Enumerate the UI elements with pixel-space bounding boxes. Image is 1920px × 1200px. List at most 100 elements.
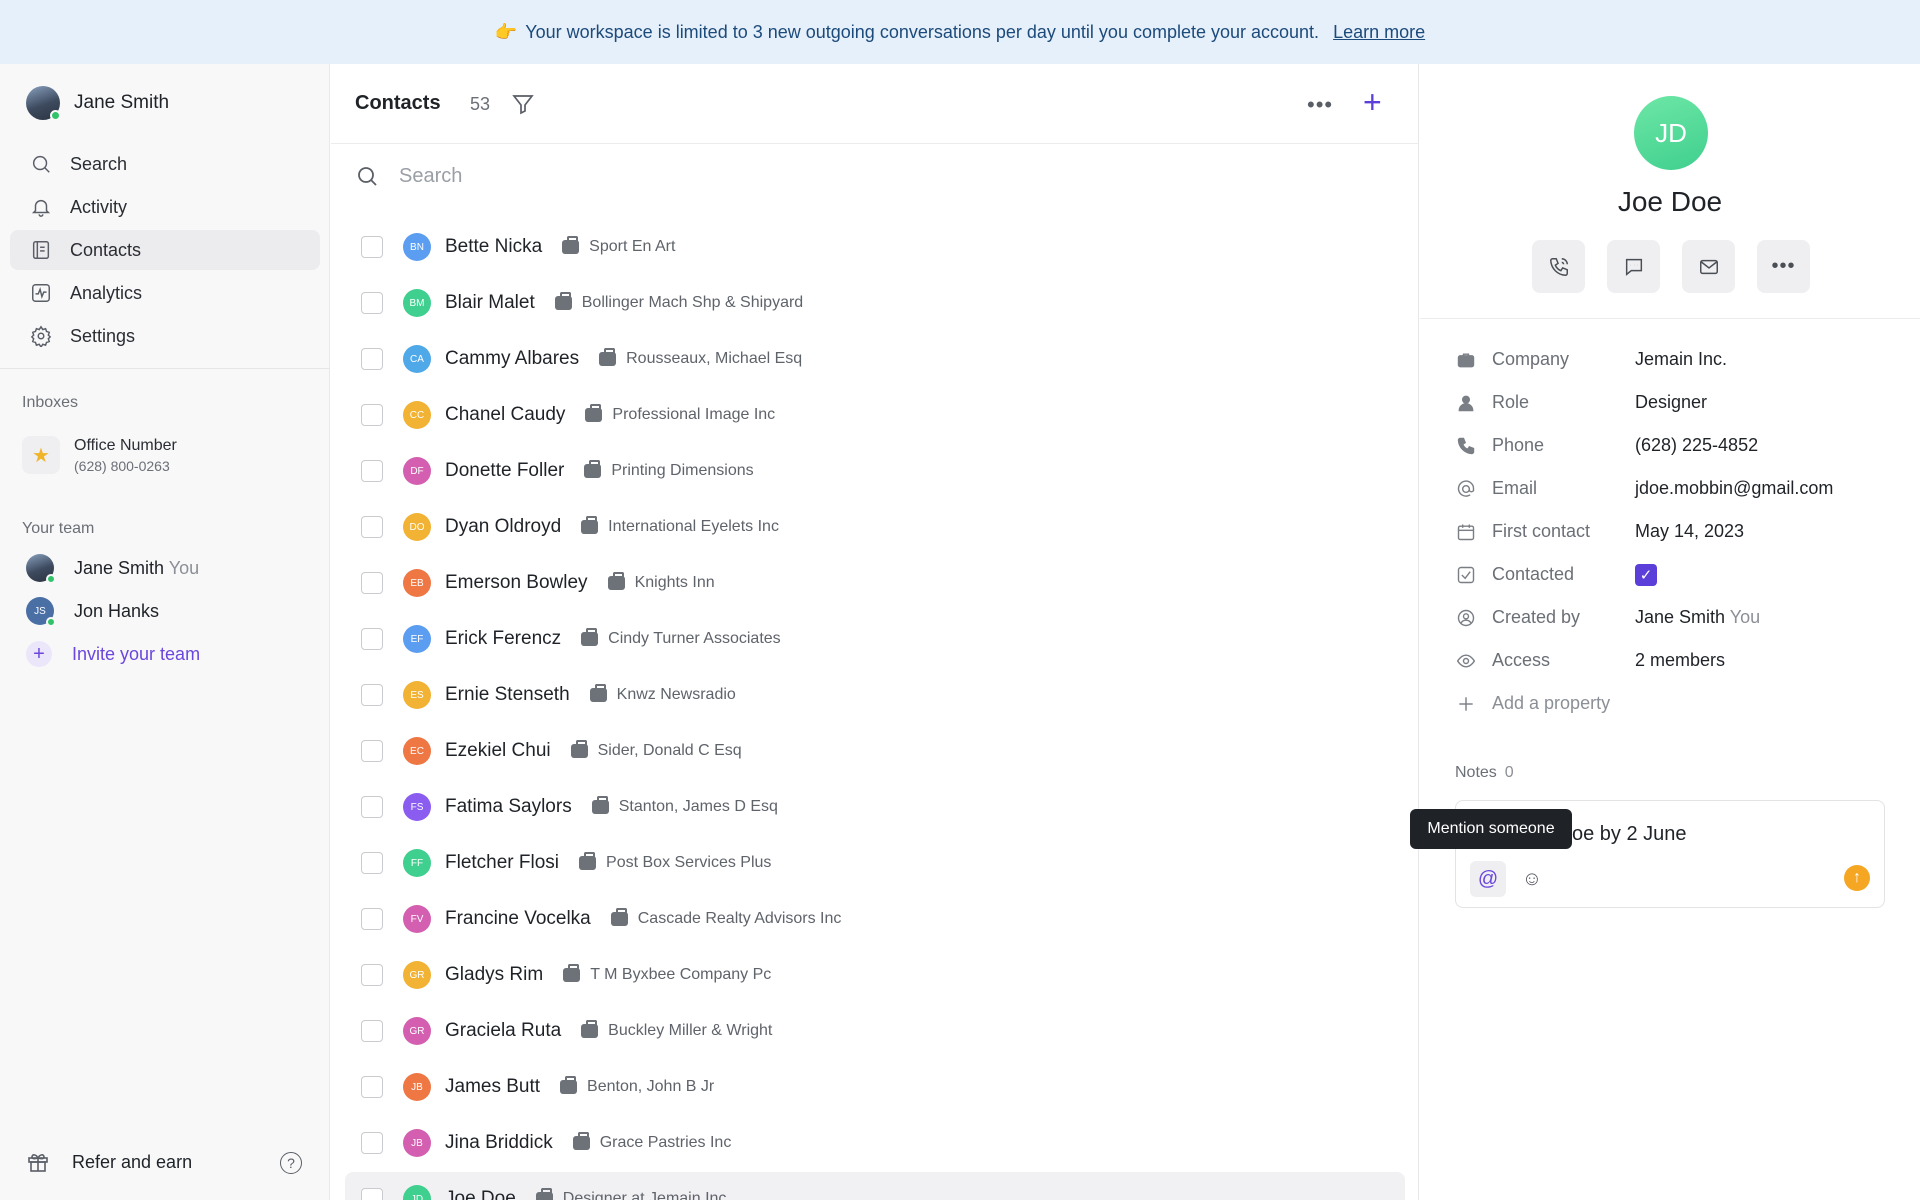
- table-row[interactable]: ES Ernie Stenseth Knwz Newsradio: [345, 668, 1405, 722]
- table-row[interactable]: BM Blair Malet Bollinger Mach Shp & Shipya…: [345, 276, 1405, 330]
- table-row[interactable]: EB Emerson Bowley Knights Inn: [345, 556, 1405, 610]
- table-row[interactable]: GR Gladys Rim T M Byxbee Company Pc: [345, 948, 1405, 1002]
- emoji-icon[interactable]: ☺: [1514, 861, 1550, 897]
- table-row[interactable]: FF Fletcher Flosi Post Box Services Plus: [345, 836, 1405, 890]
- property-first-contact[interactable]: First contact May 14, 2023: [1456, 510, 1896, 553]
- table-row[interactable]: EF Erick Ferencz Cindy Turner Associates: [345, 612, 1405, 666]
- help-icon[interactable]: ?: [280, 1152, 302, 1174]
- contact-name-text: Gladys Rim: [445, 964, 544, 985]
- checkbox-icon: [1457, 566, 1475, 583]
- table-row[interactable]: EC Ezekiel Chui Sider, Donald C Esq: [345, 724, 1405, 778]
- row-checkbox[interactable]: [361, 964, 383, 986]
- add-contact-button[interactable]: +: [1363, 84, 1382, 121]
- avatar: FV: [403, 905, 431, 933]
- property-email[interactable]: Email jdoe.mobbin@gmail.com: [1456, 467, 1896, 510]
- property-label: First contact: [1492, 521, 1591, 541]
- add-property-button[interactable]: Add a property: [1456, 682, 1896, 725]
- avatar: BM: [403, 289, 431, 317]
- team-member[interactable]: JS Jon Hanks: [26, 597, 159, 627]
- sidebar-item-settings[interactable]: Settings: [10, 316, 320, 356]
- team-member[interactable]: Jane Smith You: [26, 554, 199, 584]
- user-menu[interactable]: Jane Smith: [26, 86, 169, 121]
- learn-more-link[interactable]: Learn more: [1333, 22, 1425, 43]
- gear-icon: [30, 325, 52, 347]
- property-access[interactable]: Access 2 members: [1456, 639, 1896, 682]
- more-actions-button[interactable]: •••: [1757, 240, 1810, 293]
- row-checkbox[interactable]: [361, 1132, 383, 1154]
- briefcase-icon: [560, 1075, 578, 1094]
- contact-name: Joe Doe: [1617, 186, 1723, 217]
- row-checkbox[interactable]: [361, 684, 383, 706]
- briefcase-icon: [570, 739, 588, 758]
- table-row[interactable]: JB James Butt Benton, John B Jr: [345, 1060, 1405, 1114]
- row-checkbox[interactable]: [361, 516, 383, 538]
- invite-team-button[interactable]: + Invite your team: [26, 641, 200, 667]
- mention-icon[interactable]: @: [1470, 861, 1506, 897]
- table-row[interactable]: CC Chanel Caudy Professional Image Inc: [345, 388, 1405, 442]
- row-checkbox[interactable]: [361, 1076, 383, 1098]
- table-row[interactable]: DO Dyan Oldroyd International Eyelets Inc: [345, 500, 1405, 554]
- row-checkbox[interactable]: [361, 796, 383, 818]
- row-checkbox[interactable]: [361, 348, 383, 370]
- row-checkbox[interactable]: [361, 740, 383, 762]
- contact-name: Ernie Stenseth Knwz Newsradio: [445, 683, 736, 706]
- contact-name-text: Ezekiel Chui: [445, 740, 551, 761]
- sidebar-item-activity[interactable]: Activity: [10, 187, 320, 227]
- row-checkbox[interactable]: [361, 292, 383, 314]
- table-row[interactable]: JD Joe Doe Designer at Jemain Inc.: [345, 1172, 1405, 1200]
- row-checkbox[interactable]: [361, 404, 383, 426]
- call-button[interactable]: [1532, 240, 1585, 293]
- row-checkbox[interactable]: [361, 1020, 383, 1042]
- contact-company: T M Byxbee Company Pc: [563, 963, 771, 984]
- contact-name: Bette Nicka Sport En Art: [445, 235, 675, 258]
- sidebar-item-search[interactable]: Search: [10, 144, 320, 184]
- sidebar-item-analytics[interactable]: Analytics: [10, 273, 320, 313]
- property-company[interactable]: Company Jemain Inc.: [1456, 338, 1896, 381]
- row-checkbox[interactable]: [361, 628, 383, 650]
- row-checkbox[interactable]: [361, 908, 383, 930]
- row-checkbox[interactable]: [361, 236, 383, 258]
- contact-properties: Company Jemain Inc. Role Designer Phone …: [1456, 338, 1896, 725]
- inbox-item[interactable]: ★ Office Number (628) 800-0263: [22, 436, 177, 474]
- more-options-icon[interactable]: •••: [1307, 92, 1333, 118]
- table-row[interactable]: DF Donette Foller Printing Dimensions: [345, 444, 1405, 498]
- filter-icon[interactable]: [511, 92, 535, 116]
- row-checkbox[interactable]: [361, 852, 383, 874]
- avatar: JS: [26, 597, 56, 627]
- briefcase-icon: [581, 627, 599, 646]
- row-checkbox[interactable]: [361, 460, 383, 482]
- table-row[interactable]: CA Cammy Albares Rousseaux, Michael Esq: [345, 332, 1405, 386]
- avatar: EF: [403, 625, 431, 653]
- message-button[interactable]: [1607, 240, 1660, 293]
- phone-icon: [1549, 257, 1568, 276]
- property-phone[interactable]: Phone (628) 225-4852: [1456, 424, 1896, 467]
- table-row[interactable]: FS Fatima Saylors Stanton, James D Esq: [345, 780, 1405, 834]
- table-row[interactable]: GR Graciela Ruta Buckley Miller & Wright: [345, 1004, 1405, 1058]
- contact-name: Gladys Rim T M Byxbee Company Pc: [445, 963, 771, 986]
- row-checkbox[interactable]: [361, 1188, 383, 1200]
- avatar: GR: [403, 1017, 431, 1045]
- row-checkbox[interactable]: [361, 572, 383, 594]
- avatar: DF: [403, 457, 431, 485]
- send-note-button[interactable]: ↑: [1844, 865, 1870, 891]
- company-name: Professional Image Inc: [612, 405, 776, 423]
- note-draft-text[interactable]: oe by 2 June: [1572, 823, 1687, 846]
- contacted-checkbox[interactable]: ✓: [1635, 563, 1657, 586]
- team-heading: Your team: [22, 520, 95, 537]
- property-contacted[interactable]: Contacted ✓: [1456, 553, 1896, 596]
- search-input[interactable]: Search: [399, 165, 462, 188]
- contact-name: Cammy Albares Rousseaux, Michael Esq: [445, 347, 802, 370]
- property-created-by[interactable]: Created by Jane Smith You: [1456, 596, 1896, 639]
- contact-company: Professional Image Inc: [585, 403, 776, 424]
- contact-name-text: James Butt: [445, 1076, 541, 1097]
- refer-and-earn-button[interactable]: Refer and earn: [26, 1150, 192, 1174]
- sidebar-item-contacts[interactable]: Contacts: [10, 230, 320, 270]
- contacts-search[interactable]: Search: [355, 164, 462, 188]
- contact-company: Sider, Donald C Esq: [570, 739, 742, 760]
- table-row[interactable]: FV Francine Vocelka Cascade Realty Advisor…: [345, 892, 1405, 946]
- table-row[interactable]: BN Bette Nicka Sport En Art: [345, 220, 1405, 274]
- table-row[interactable]: JB Jina Briddick Grace Pastries Inc: [345, 1116, 1405, 1170]
- property-role[interactable]: Role Designer: [1456, 381, 1896, 424]
- avatar: GR: [403, 961, 431, 989]
- email-button[interactable]: [1682, 240, 1735, 293]
